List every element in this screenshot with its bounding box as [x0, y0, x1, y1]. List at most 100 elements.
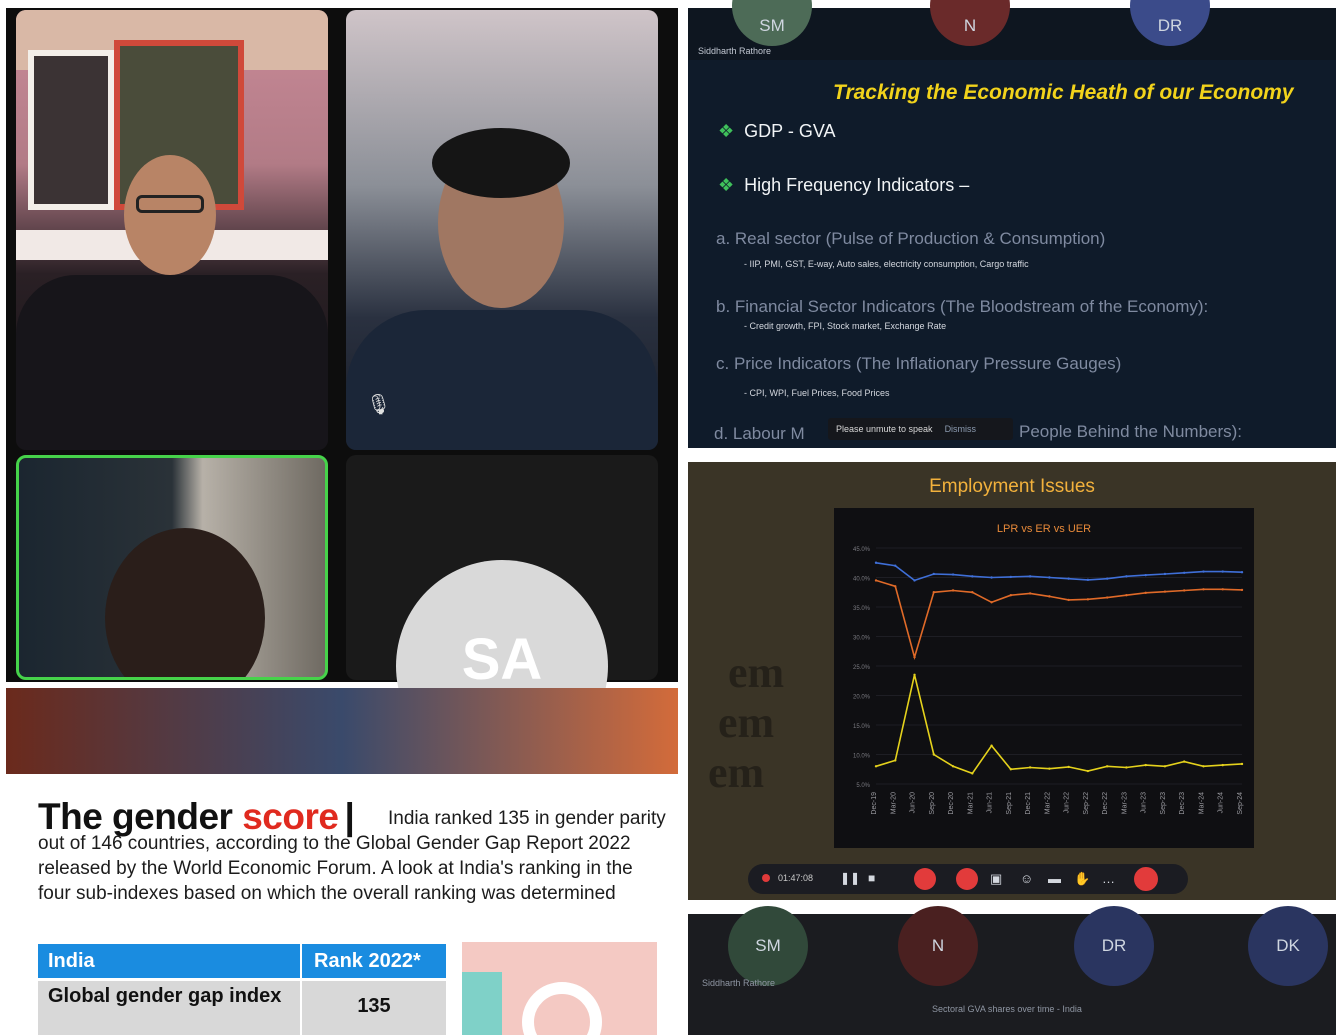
series-1-point — [1163, 590, 1167, 593]
share-screen-icon[interactable]: ▣ — [990, 871, 1002, 887]
series-0-point — [1009, 575, 1013, 579]
header-rank: Rank 2022* — [300, 944, 446, 978]
bubble-dr[interactable]: DR — [1074, 906, 1154, 986]
mic-off-icon[interactable] — [956, 868, 978, 890]
series-2-point — [1086, 769, 1090, 773]
bubble-dk[interactable]: DK — [1248, 906, 1328, 986]
series-line-2 — [875, 674, 1243, 775]
series-2-point — [1009, 768, 1013, 771]
series-0-point — [1221, 570, 1224, 573]
series-0-point — [1105, 577, 1109, 580]
video-off-icon[interactable] — [914, 868, 936, 890]
lead-text: India ranked 135 in gender parity out of… — [38, 808, 666, 904]
series-2-point — [990, 744, 993, 747]
y-tick-label: 20.0% — [853, 695, 871, 701]
series-0-point — [1028, 575, 1032, 578]
bubble-dr[interactable]: DR — [1130, 0, 1210, 46]
bubble-n[interactable]: N — [930, 0, 1010, 46]
series-line-1 — [875, 579, 1243, 661]
series-1-point — [1028, 592, 1032, 595]
series-1-point — [1144, 591, 1147, 595]
series-2-point — [1183, 760, 1186, 763]
series-0-point — [894, 564, 897, 567]
participant-strip-bottom: SM N DR DK Siddharth Rathore Sectoral GV… — [688, 906, 1336, 1035]
x-tick-label: Jun-24 — [1218, 792, 1225, 814]
series-1-point — [1202, 588, 1205, 591]
bullet-gdp: ❖ GDP - GVA — [718, 121, 836, 141]
x-tick-label: Sep-21 — [1006, 792, 1013, 815]
y-tick-label: 45.0% — [853, 547, 871, 553]
chat-icon[interactable]: ▬ — [1048, 871, 1061, 886]
series-1-point — [932, 591, 935, 594]
series-2-point — [1125, 766, 1128, 769]
article-lead: India ranked 135 in gender parity out of… — [38, 806, 668, 906]
header-india: India — [48, 950, 95, 972]
series-0-point — [1183, 571, 1186, 574]
gender-illustration — [462, 942, 657, 1035]
item-d-tail: People Behind the Numbers): — [1019, 422, 1243, 441]
bubble-sm[interactable]: SM — [728, 906, 808, 986]
series-2-point — [1105, 765, 1109, 768]
series-1-point — [894, 585, 897, 588]
series-2-point — [1240, 762, 1244, 766]
x-tick-label: Sep-23 — [1160, 792, 1167, 815]
series-2-point — [1144, 763, 1147, 767]
end-call-icon[interactable] — [1134, 867, 1158, 891]
bullet-hfi: ❖ High Frequency Indicators – — [718, 175, 970, 195]
raise-hand-icon[interactable]: ✋ — [1074, 871, 1090, 887]
row-label: Global gender gap index — [48, 985, 282, 1007]
participant-body — [346, 310, 658, 450]
participants-icon[interactable]: ☺ — [1020, 871, 1033, 886]
series-1-point — [1086, 598, 1090, 601]
x-tick-label: Sep-20 — [929, 792, 936, 815]
x-tick-label: Mar-21 — [967, 792, 974, 814]
y-tick-label: 15.0% — [853, 724, 871, 730]
item-c: c. Price Indicators (The Inflationary Pr… — [716, 354, 1122, 373]
more-icon[interactable]: … — [1102, 871, 1115, 886]
series-1-point — [990, 601, 993, 604]
series-0-point — [1086, 578, 1090, 582]
series-2-point — [1067, 765, 1070, 769]
rank-table: India Rank 2022* Global gender gap index… — [38, 944, 446, 1035]
series-0-point — [1163, 572, 1167, 576]
y-tick-label: 35.0% — [853, 606, 871, 612]
ghost-text: em — [718, 698, 775, 747]
ghost-text: em — [728, 648, 785, 697]
y-tick-label: 40.0% — [853, 577, 871, 583]
x-tick-label: Dec-22 — [1102, 792, 1109, 815]
series-0-point — [874, 561, 878, 564]
x-tick-label: Mar-22 — [1044, 792, 1051, 814]
series-0-point — [1048, 576, 1051, 579]
item-d: d. Labour M — [714, 424, 805, 443]
video-tile-2[interactable] — [346, 10, 658, 450]
bubble-sm[interactable]: SM — [732, 0, 812, 46]
y-tick-label: 10.0% — [853, 754, 871, 760]
bubble-n[interactable]: N — [898, 906, 978, 986]
y-tick-label: 5.0% — [856, 783, 870, 789]
series-2-point — [971, 772, 974, 775]
slide-title: Tracking the Economic Heath of our Econo… — [833, 81, 1294, 104]
video-tile-3-speaking[interactable] — [16, 455, 328, 680]
toast-dismiss-button[interactable]: Dismiss — [945, 424, 977, 434]
series-0-point — [990, 576, 993, 579]
recording-dot-icon — [762, 874, 770, 882]
series-2-point — [1048, 767, 1051, 770]
series-1-point — [951, 589, 955, 592]
item-b: b. Financial Sector Indicators (The Bloo… — [716, 297, 1209, 316]
series-0-point — [1240, 570, 1244, 574]
video-tile-1[interactable] — [16, 10, 328, 450]
y-tick-label: 25.0% — [853, 665, 871, 671]
participant-hair — [432, 128, 570, 198]
series-0-point — [1144, 573, 1147, 577]
x-tick-label: Dec-19 — [871, 792, 878, 815]
participant-head — [105, 528, 265, 677]
series-2-point — [913, 673, 916, 677]
news-article: The gender score | India ranked 135 in ge… — [6, 688, 678, 1035]
x-tick-label: Mar-24 — [1198, 792, 1205, 814]
x-tick-label: Jun-20 — [910, 792, 917, 814]
mic-muted-icon: 🎙 — [366, 394, 392, 416]
diamond-bullet-icon: ❖ — [718, 121, 735, 141]
stop-icon[interactable]: ■ — [868, 871, 875, 885]
x-tick-label: Mar-20 — [890, 792, 897, 814]
pause-icon[interactable]: ❚❚ — [840, 871, 860, 885]
